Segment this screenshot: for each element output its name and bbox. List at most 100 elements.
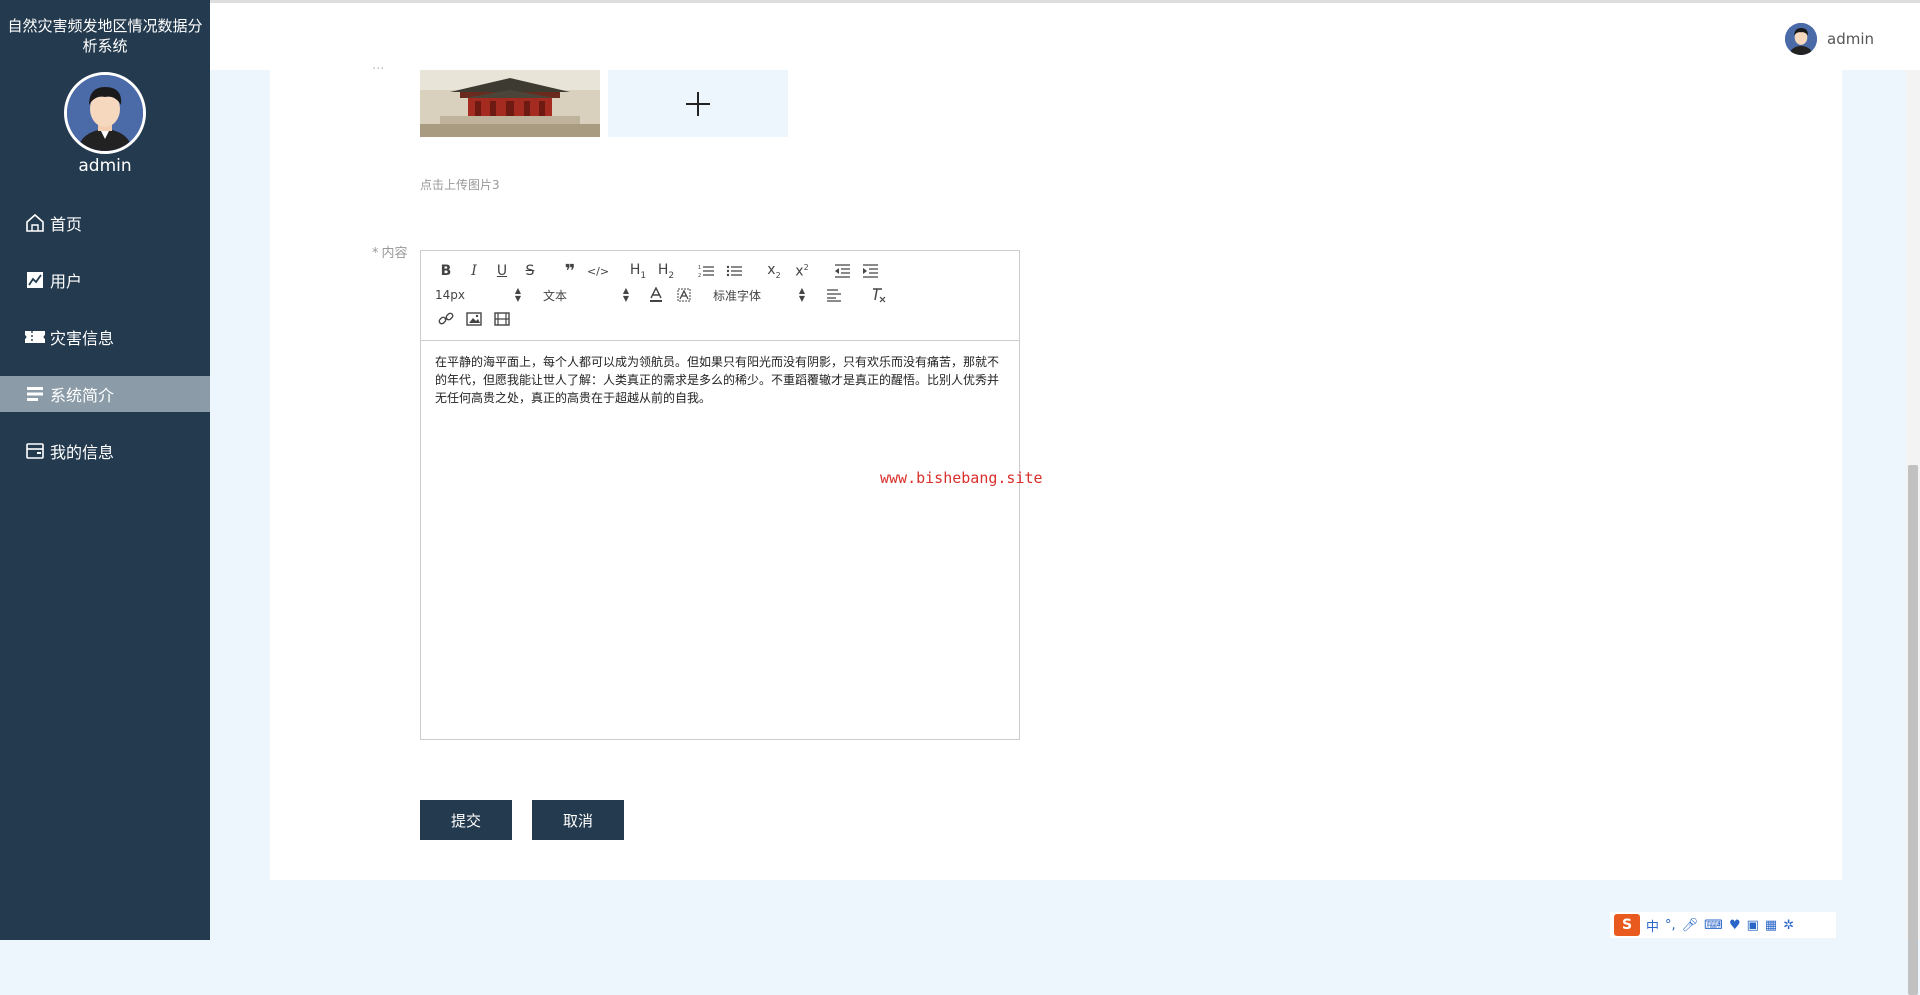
bullet-list-icon xyxy=(726,265,742,277)
sidebar-item-label: 用户 xyxy=(50,272,83,291)
block-format-select[interactable]: 文本 ▲ ▼ xyxy=(543,285,629,305)
content-label: * 内容 xyxy=(372,242,408,261)
bold-icon: B xyxy=(440,263,452,279)
outdent-button[interactable] xyxy=(831,261,853,281)
home-icon xyxy=(24,212,46,234)
image-button[interactable] xyxy=(463,309,485,329)
sidebar-item-my-info[interactable]: 我的信息 xyxy=(0,433,210,469)
strike-button[interactable]: S xyxy=(519,261,541,281)
superscript-button[interactable]: x2 xyxy=(791,261,813,281)
indent-button[interactable] xyxy=(859,261,881,281)
highlight-icon xyxy=(677,288,691,302)
video-icon xyxy=(494,312,510,326)
sidebar-item-label: 系统简介 xyxy=(50,386,115,405)
font-family-select[interactable]: 标准字体 ▲ ▼ xyxy=(713,285,805,305)
chart-line-icon xyxy=(24,269,46,291)
toolbar-row-2: 14px ▲ ▼ 文本 ▲ ▼ 标准字体 ▲ ▼ xyxy=(435,285,895,305)
ime-language: 中 xyxy=(1646,919,1660,935)
editor-content[interactable]: 在平静的海平面上，每个人都可以成为领航员。但如果只有阳光而没有阴影，只有欢乐而没… xyxy=(421,341,1019,419)
avatar-icon xyxy=(67,75,143,151)
sogou-logo-icon: S xyxy=(1614,914,1640,936)
image-icon xyxy=(466,312,482,326)
microphone-icon: 🎤︎ xyxy=(1681,917,1699,933)
sidebar-item-label: 灾害信息 xyxy=(50,329,115,348)
font-size-value: 14px xyxy=(435,288,465,302)
block-format-value: 文本 xyxy=(543,288,568,303)
grid-icon: ▦ xyxy=(1764,917,1778,933)
sidebar-item-label: 首页 xyxy=(50,215,83,234)
sidebar-item-users[interactable]: 用户 xyxy=(0,262,210,298)
punctuation-icon: °, xyxy=(1665,917,1676,933)
bullet-list-button[interactable] xyxy=(723,261,745,281)
sidebar-item-home[interactable]: 首页 xyxy=(0,205,210,241)
avatar xyxy=(1785,23,1817,55)
bold-button[interactable]: B xyxy=(435,261,457,281)
rich-text-editor: B I U S ❞ </> H1 H2 12 x2 x2 14px ▲ ▼ 文本… xyxy=(420,250,1020,740)
code-icon: </> xyxy=(586,264,610,278)
underline-button[interactable]: U xyxy=(491,261,513,281)
ordered-list-icon: 12 xyxy=(698,265,714,278)
link-button[interactable] xyxy=(435,309,457,329)
align-button[interactable] xyxy=(823,285,845,305)
plus-icon xyxy=(686,91,710,116)
top-bar: admin xyxy=(210,0,1920,70)
font-color-button[interactable] xyxy=(645,285,667,305)
sidebar-menu: 首页 用户 灾害信息 系统简介 我的信息 xyxy=(0,205,210,490)
video-button[interactable] xyxy=(491,309,513,329)
subscript-button[interactable]: x2 xyxy=(763,261,785,281)
settings-icon: ✲ xyxy=(1783,917,1795,933)
clear-format-button[interactable] xyxy=(867,285,889,305)
indent-icon xyxy=(863,264,878,278)
h2-icon: H2 xyxy=(657,261,675,281)
sidebar-item-disaster-info[interactable]: 灾害信息 xyxy=(0,319,210,355)
uploaded-image[interactable] xyxy=(420,70,600,137)
skin-icon: ♥ xyxy=(1728,917,1741,933)
toolbar-row-1: B I U S ❞ </> H1 H2 12 x2 x2 xyxy=(435,260,887,282)
blockquote-button[interactable]: ❞ xyxy=(559,260,581,282)
select-arrows-icon: ▲ ▼ xyxy=(798,286,805,303)
gamepad-icon: ▣ xyxy=(1746,917,1759,933)
keyboard-icon: ⌨ xyxy=(1704,917,1723,933)
page-scrollbar[interactable] xyxy=(1906,70,1920,995)
scrollbar-thumb[interactable] xyxy=(1908,465,1918,995)
select-arrows-icon: ▲ ▼ xyxy=(622,286,629,303)
upload-tip: 点击上传图片3 xyxy=(420,178,500,192)
sidebar-item-system-intro[interactable]: 系统简介 xyxy=(0,376,210,412)
upload-add-button[interactable] xyxy=(608,70,788,137)
cancel-button[interactable]: 取消 xyxy=(532,800,624,840)
system-title: 自然灾害频发地区情况数据分析系统 xyxy=(7,17,203,55)
list-icon xyxy=(24,383,46,405)
svg-text:1: 1 xyxy=(698,265,701,271)
align-left-icon xyxy=(827,289,841,302)
avatar-icon xyxy=(1785,23,1817,55)
user-menu[interactable]: admin xyxy=(1785,23,1874,55)
outdent-icon xyxy=(835,264,850,278)
header-1-button[interactable]: H1 xyxy=(627,261,649,281)
ime-toolbar[interactable]: S 中 °, 🎤︎ ⌨ ♥ ▣ ▦ ✲ xyxy=(1610,912,1836,938)
wallet-icon xyxy=(24,440,46,462)
select-arrows-icon: ▲ ▼ xyxy=(514,286,521,303)
font-family-value: 标准字体 xyxy=(713,288,762,303)
subscript-icon: x2 xyxy=(767,262,781,280)
quote-icon: ❞ xyxy=(564,260,576,282)
svg-text:2: 2 xyxy=(698,273,701,278)
toolbar-row-3 xyxy=(435,309,519,329)
code-block-button[interactable]: </> xyxy=(587,261,609,281)
ordered-list-button[interactable]: 12 xyxy=(695,261,717,281)
image-field-label: ··· xyxy=(372,62,385,77)
background-color-button[interactable] xyxy=(673,285,695,305)
ticket-icon xyxy=(24,326,46,348)
font-color-icon xyxy=(650,287,662,302)
italic-icon: I xyxy=(471,263,477,279)
top-username: admin xyxy=(1827,30,1874,48)
editor-toolbar: B I U S ❞ </> H1 H2 12 x2 x2 14px ▲ ▼ 文本… xyxy=(421,251,1019,341)
sidebar-item-label: 我的信息 xyxy=(50,443,115,462)
link-icon xyxy=(438,312,454,325)
avatar xyxy=(64,72,146,154)
palace-image-icon xyxy=(420,70,600,137)
header-2-button[interactable]: H2 xyxy=(655,261,677,281)
italic-button[interactable]: I xyxy=(463,261,485,281)
watermark: www.bishebang.site xyxy=(880,469,1043,487)
font-size-select[interactable]: 14px ▲ ▼ xyxy=(435,285,521,305)
submit-button[interactable]: 提交 xyxy=(420,800,512,840)
